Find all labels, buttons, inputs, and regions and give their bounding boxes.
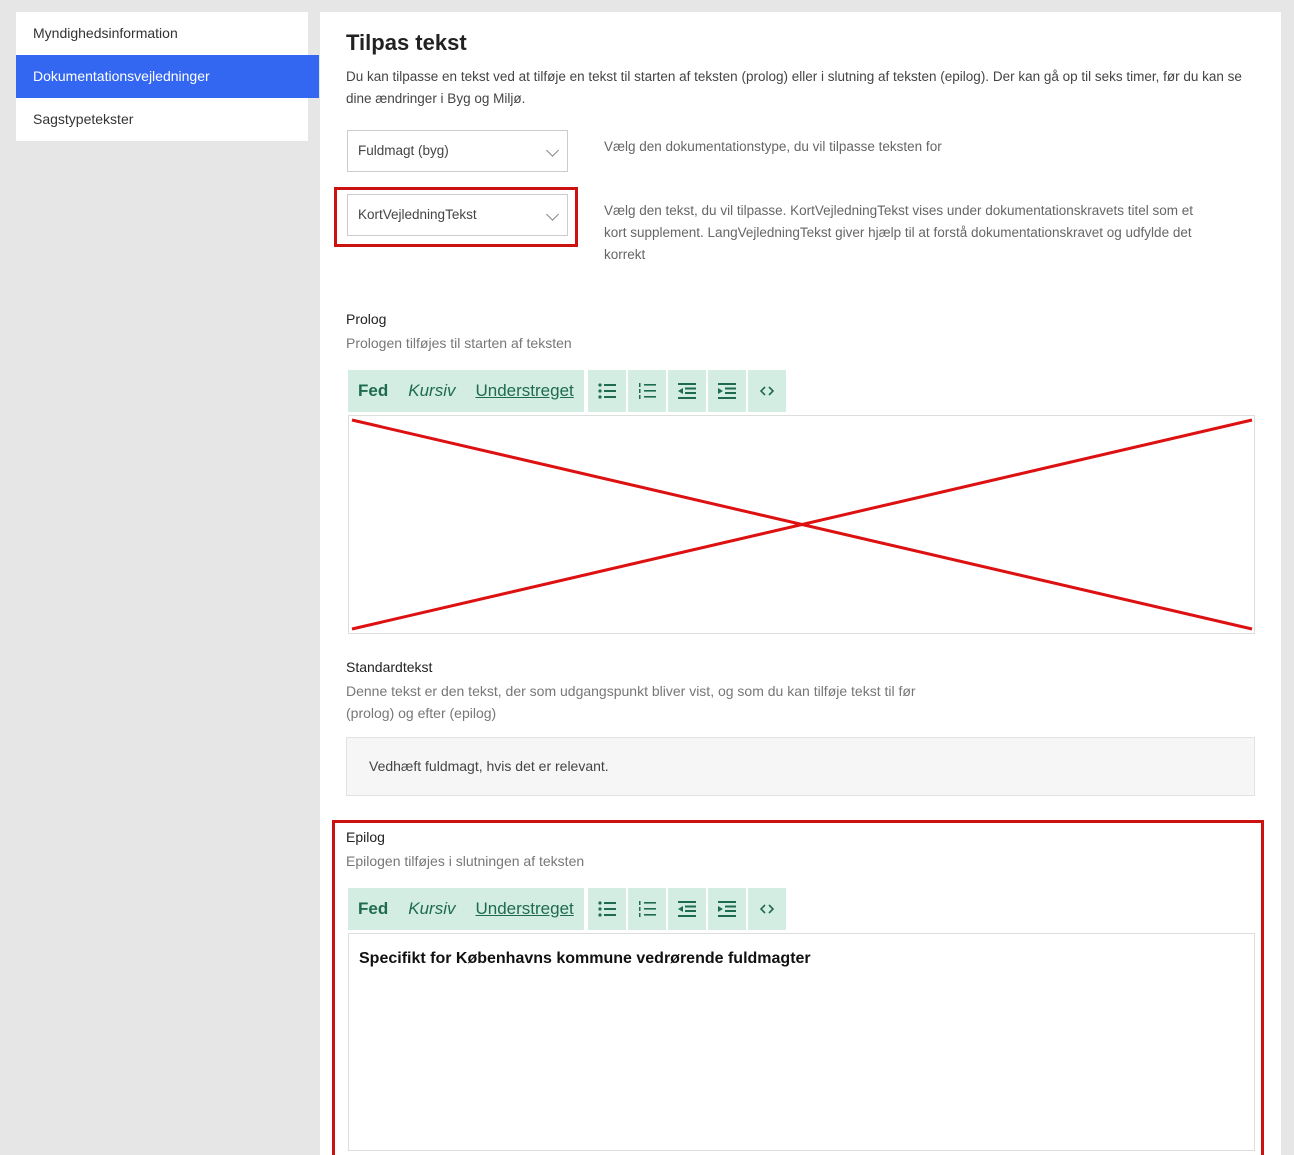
page-title: Tilpas tekst xyxy=(346,30,467,55)
standard-label: Standardtekst xyxy=(346,659,433,675)
standard-text-box: Vedhæft fuldmagt, hvis det er relevant. xyxy=(346,737,1255,796)
epilog-content: Specifikt for Københavns kommune vedrøre… xyxy=(359,950,811,967)
doc-type-hint: Vælg den dokumentationstype, du vil tilp… xyxy=(604,139,942,154)
text-select-hint: Vælg den tekst, du vil tilpasse. KortVej… xyxy=(604,203,1194,262)
crossed-out-overlay xyxy=(351,418,1253,631)
epilog-toolbar: Fed Kursiv Understreget xyxy=(348,888,790,930)
sidebar-item-myndighedsinformation[interactable]: Myndighedsinformation xyxy=(16,12,308,55)
indent-icon[interactable] xyxy=(708,370,746,412)
code-icon[interactable] xyxy=(748,888,786,930)
bold-button[interactable]: Fed xyxy=(348,888,399,930)
chevron-down-icon xyxy=(546,144,559,157)
text-select[interactable]: KortVejledningTekst xyxy=(347,194,568,236)
standard-sub: Denne tekst er den tekst, der som udgang… xyxy=(346,683,916,721)
prolog-toolbar: Fed Kursiv Understreget xyxy=(348,370,790,412)
sidebar-item-sagstypetekster[interactable]: Sagstypetekster xyxy=(16,98,308,141)
doc-type-select-value: Fuldmagt (byg) xyxy=(358,143,449,158)
code-icon[interactable] xyxy=(748,370,786,412)
underline-button[interactable]: Understreget xyxy=(465,888,583,930)
main-panel: Tilpas tekst Du kan tilpasse en tekst ve… xyxy=(320,12,1281,1155)
bold-button[interactable]: Fed xyxy=(348,370,399,412)
indent-icon[interactable] xyxy=(708,888,746,930)
italic-button[interactable]: Kursiv xyxy=(398,370,465,412)
numbered-list-icon[interactable] xyxy=(628,370,666,412)
epilog-label: Epilog xyxy=(346,829,385,845)
prolog-label: Prolog xyxy=(346,311,387,327)
outdent-icon[interactable] xyxy=(668,370,706,412)
bullet-list-icon[interactable] xyxy=(588,370,626,412)
text-select-value: KortVejledningTekst xyxy=(358,207,477,222)
prolog-editor[interactable] xyxy=(348,415,1255,634)
bullet-list-icon[interactable] xyxy=(588,888,626,930)
prolog-sub: Prologen tilføjes til starten af teksten xyxy=(346,335,572,351)
chevron-down-icon xyxy=(546,208,559,221)
sidebar-item-dokumentationsvejledninger[interactable]: Dokumentationsvejledninger xyxy=(16,55,319,98)
numbered-list-icon[interactable] xyxy=(628,888,666,930)
epilog-editor[interactable]: Specifikt for Københavns kommune vedrøre… xyxy=(348,933,1255,1151)
intro-text: Du kan tilpasse en tekst ved at tilføje … xyxy=(346,69,1242,106)
underline-button[interactable]: Understreget xyxy=(465,370,583,412)
outdent-icon[interactable] xyxy=(668,888,706,930)
doc-type-select[interactable]: Fuldmagt (byg) xyxy=(347,130,568,172)
sidebar: Myndighedsinformation Dokumentationsvejl… xyxy=(16,12,319,141)
italic-button[interactable]: Kursiv xyxy=(398,888,465,930)
epilog-sub: Epilogen tilføjes i slutningen af tekste… xyxy=(346,853,585,869)
